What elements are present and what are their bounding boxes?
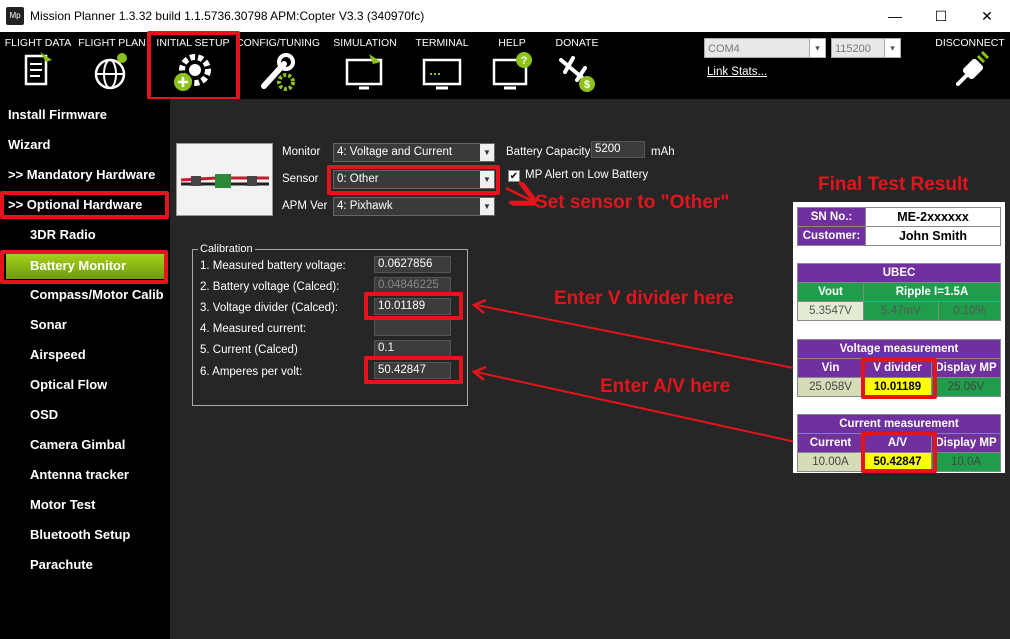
vin-header: Vin [797,358,864,378]
vout-value: 5.3547V [797,301,864,321]
arrow-sensor [505,188,532,201]
ubec-table: UBEC Vout Ripple I=1.5A 5.3547V 5.47mV 0… [797,263,1002,321]
cmp-header: Display MP [931,433,1001,453]
ripple-value-mv: 5.47mV [863,301,939,321]
vin-value: 25.058V [797,377,864,397]
sn-table: SN No.: ME-2xxxxxx Customer: John Smith [797,207,1001,246]
ripple-value-pct: 0.10% [937,301,1002,321]
current-header: Current [797,433,864,453]
vmp-header: Display MP [931,358,1001,378]
ripple-header: Ripple I=1.5A [863,282,1001,302]
current-title: Current measurement [797,414,1001,434]
vdiv-result-highlight [861,358,937,399]
sn-label: SN No.: [797,207,866,227]
customer-value: John Smith [865,226,1001,246]
av-result-highlight [861,432,937,473]
current-value: 10.00A [797,452,864,472]
ubec-title: UBEC [797,263,1001,283]
customer-label: Customer: [797,226,866,246]
voltage-title: Voltage measurement [797,339,1001,359]
vout-header: Vout [797,282,864,302]
vmp-value: 25.06V [931,377,1001,397]
sn-value: ME-2xxxxxx [865,207,1001,227]
cmp-value: 10.0A [931,452,1001,472]
